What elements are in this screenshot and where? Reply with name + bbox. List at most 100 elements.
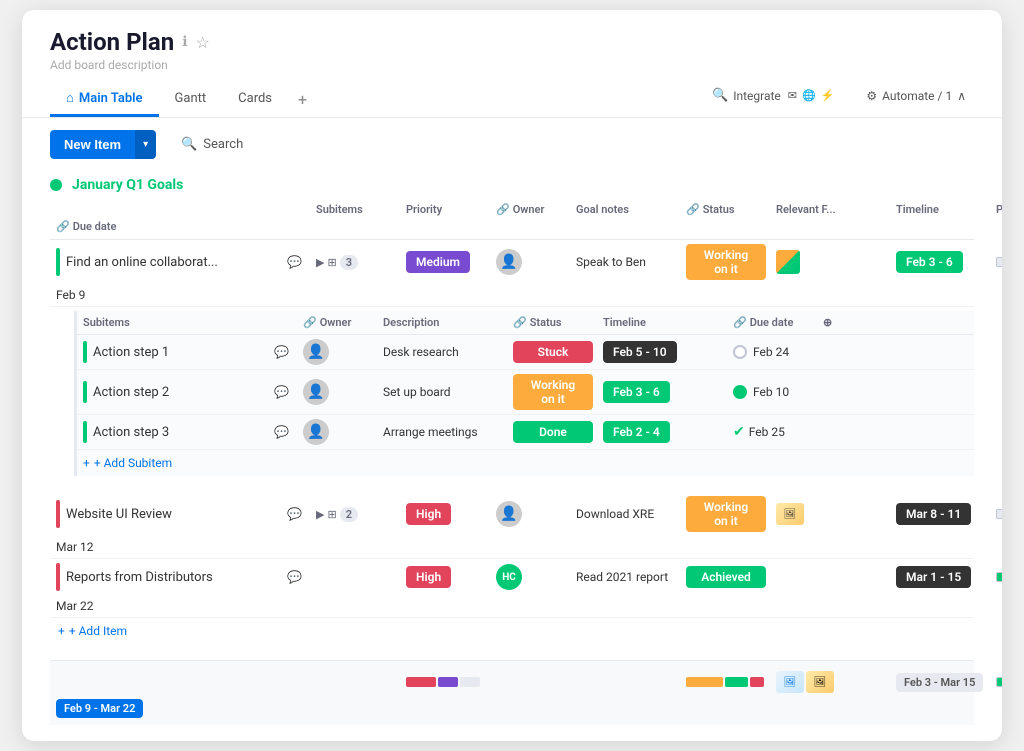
sub-timeline-cell[interactable]: Feb 5 - 10 <box>597 337 727 367</box>
sub-status-badge[interactable]: Done <box>513 421 593 443</box>
item-name-cell: Reports from Distributors 💬 <box>50 559 310 595</box>
subitems-badge[interactable]: ▶ ⊞ 3 <box>316 255 358 270</box>
search-button[interactable]: 🔍 Search <box>168 130 256 159</box>
sub-timeline-cell[interactable]: Feb 2 - 4 <box>597 417 727 447</box>
priority-badge[interactable]: Medium <box>406 251 470 273</box>
due-date-text: Mar 22 <box>56 599 94 613</box>
new-item-dropdown-button[interactable]: ▾ <box>135 130 156 159</box>
item-name: Reports from Distributors <box>66 570 213 585</box>
status-badge[interactable]: Working on it <box>686 496 766 532</box>
avatar[interactable]: 👤 <box>303 419 329 445</box>
summary-timeline-badge: Feb 3 - Mar 15 <box>896 673 983 692</box>
group-color-dot <box>50 179 62 191</box>
timeline-cell[interactable]: Feb 3 - 6 <box>890 247 990 277</box>
sub-col-add[interactable]: ⊕ <box>817 314 847 331</box>
new-item-button[interactable]: New Item <box>50 130 135 159</box>
col-header-timeline: Timeline <box>890 201 990 218</box>
relevant-cell: 🖼 <box>770 499 890 529</box>
subitems-cell: ▶ ⊞ 3 <box>310 251 400 274</box>
header: Action Plan ℹ ☆ Add board description ⌂ … <box>22 10 1002 118</box>
thumbnail-icon2: 🖼 <box>776 503 804 525</box>
timeline-cell[interactable]: Mar 8 - 11 <box>890 499 990 529</box>
sub-timeline-badge[interactable]: Feb 3 - 6 <box>603 381 670 403</box>
relevant-cell <box>770 573 890 581</box>
avatar-hc[interactable]: HC <box>496 564 522 590</box>
star-icon[interactable]: ☆ <box>196 33 210 52</box>
comment-icon[interactable]: 💬 <box>272 423 291 441</box>
sub-extra-cell <box>817 428 847 436</box>
board-content: January Q1 Goals Subitems Priority 🔗Owne… <box>22 171 1002 725</box>
sub-status-cell[interactable]: Done <box>507 417 597 447</box>
integrate-button[interactable]: 🔍 Integrate ✉ 🌐 ⚡ <box>704 84 842 107</box>
progress-fill <box>997 573 1002 581</box>
add-subitem-button[interactable]: + + Add Subitem <box>77 450 974 476</box>
comment-icon[interactable]: 💬 <box>272 383 291 401</box>
progress-cell: 100% ✔ <box>990 565 1002 589</box>
progress-cell: 0% <box>990 503 1002 525</box>
sub-status-cell[interactable]: Stuck <box>507 337 597 367</box>
priority-badge[interactable]: High <box>406 503 451 525</box>
item-color-bar <box>56 500 60 528</box>
due-date-text: Mar 12 <box>56 540 94 554</box>
tab-main-table[interactable]: ⌂ Main Table <box>50 82 159 117</box>
comment-icon[interactable]: 💬 <box>272 343 291 361</box>
sub-status-badge[interactable]: Stuck <box>513 341 593 363</box>
info-icon[interactable]: ℹ <box>182 34 187 50</box>
item-name-cell: Find an online collaborat... 💬 <box>50 244 310 280</box>
comment-icon[interactable]: 💬 <box>285 568 304 586</box>
col-header-priority: Priority <box>400 201 490 218</box>
due-date-circle <box>733 345 747 359</box>
avatar[interactable]: 👤 <box>496 249 522 275</box>
sub-due-date-cell: Feb 24 <box>727 341 817 363</box>
tab-cards[interactable]: Cards <box>222 83 288 117</box>
automate-button[interactable]: ⚙ Automate / 1 ∧ <box>858 85 974 107</box>
sub-status-cell[interactable]: Working on it <box>507 370 597 414</box>
sub-owner-cell: 👤 <box>297 415 377 449</box>
subitems-cell <box>310 573 400 581</box>
avatar[interactable]: 👤 <box>496 501 522 527</box>
swatch-green <box>725 677 748 687</box>
status-badge[interactable]: Achieved <box>686 566 766 588</box>
table-row: Reports from Distributors 💬 High HC Read <box>50 559 974 618</box>
avatar[interactable]: 👤 <box>303 379 329 405</box>
col-header-goal-notes: Goal notes <box>570 201 680 218</box>
subitems-cell: ▶ ⊞ 2 <box>310 503 400 526</box>
summary-relevant-cell: 🖼 🖼 <box>770 667 890 697</box>
status-cell[interactable]: Achieved <box>680 562 770 592</box>
avatar[interactable]: 👤 <box>303 339 329 365</box>
sub-status-badge[interactable]: Working on it <box>513 374 593 410</box>
col-header-due-date: 🔗Due date <box>50 218 310 235</box>
summary-name-cell <box>50 678 310 686</box>
subitems-badge[interactable]: ▶ ⊞ 2 <box>316 507 358 522</box>
comment-icon[interactable]: 💬 <box>285 505 304 523</box>
status-cell[interactable]: Working on it <box>680 240 770 284</box>
progress-bar-container: 100% ✔ <box>996 569 1002 585</box>
timeline-cell[interactable]: Mar 1 - 15 <box>890 562 990 592</box>
sub-timeline-badge[interactable]: Feb 5 - 10 <box>603 341 677 363</box>
sub-timeline-cell[interactable]: Feb 3 - 6 <box>597 377 727 407</box>
due-date-cell: Feb 9 <box>50 284 310 306</box>
board-description[interactable]: Add board description <box>50 58 974 72</box>
comment-icon[interactable]: 💬 <box>285 253 304 271</box>
new-item-button-group[interactable]: New Item ▾ <box>50 130 156 159</box>
status-badge[interactable]: Working on it <box>686 244 766 280</box>
chevron-up-icon: ∧ <box>957 89 966 103</box>
sub-timeline-badge[interactable]: Feb 2 - 4 <box>603 421 670 443</box>
tab-gantt[interactable]: Gantt <box>159 83 223 117</box>
check-icon: ✔ <box>733 424 745 440</box>
group-header: January Q1 Goals <box>50 171 974 197</box>
status-swatches <box>686 677 764 687</box>
status-cell[interactable]: Working on it <box>680 492 770 536</box>
timeline-badge[interactable]: Mar 1 - 15 <box>896 566 971 588</box>
item-name-cell: Website UI Review 💬 <box>50 496 310 532</box>
page-title: Action Plan <box>50 28 174 56</box>
subitems-section: Subitems 🔗Owner Description 🔗Status Time… <box>74 311 974 476</box>
priority-badge[interactable]: High <box>406 566 451 588</box>
sub-item-name-cell: Action step 3 💬 <box>77 417 297 447</box>
timeline-badge[interactable]: Feb 3 - 6 <box>896 251 963 273</box>
timeline-badge[interactable]: Mar 8 - 11 <box>896 503 971 525</box>
tab-add[interactable]: + <box>288 82 317 117</box>
summary-subitems-cell <box>310 678 400 686</box>
add-item-button[interactable]: + + Add Item <box>50 618 974 644</box>
progress-bar <box>996 677 1002 687</box>
